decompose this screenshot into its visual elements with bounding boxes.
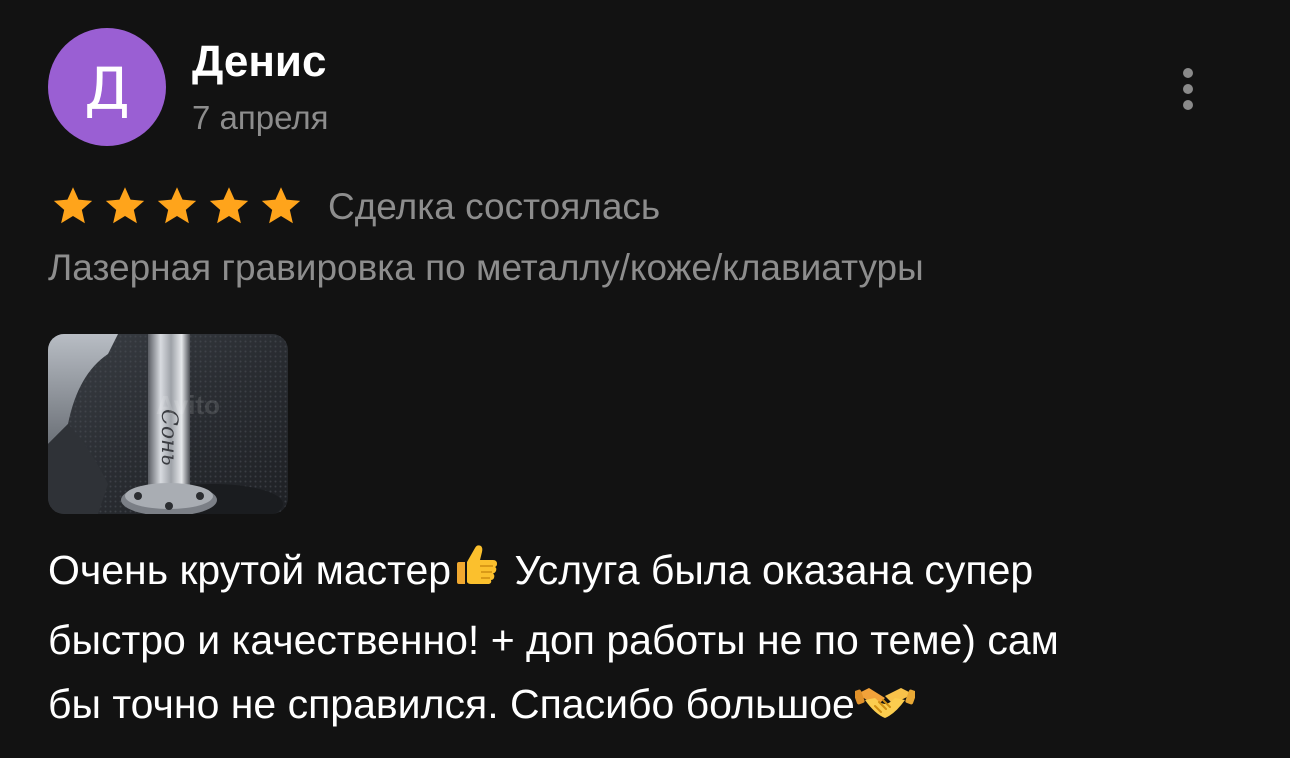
- review-text-line1-end: Услуга была оказана супер: [503, 547, 1034, 593]
- review-photo-image: Сонь Avito: [48, 334, 288, 514]
- star-rating: [50, 183, 304, 229]
- star-icon: [102, 183, 148, 229]
- more-vertical-icon-dot: [1183, 100, 1193, 110]
- review-card: Д Денис 7 апреля Сделка состоялась Лазер…: [0, 0, 1290, 758]
- review-text-line1-start: Очень крутой мастер: [48, 547, 452, 593]
- more-vertical-icon: [1183, 68, 1193, 78]
- avatar-letter: Д: [84, 55, 130, 123]
- service-name[interactable]: Лазерная гравировка по металлу/коже/клав…: [48, 246, 924, 290]
- author-name[interactable]: Денис: [192, 37, 326, 86]
- star-icon: [50, 183, 96, 229]
- review-text-line3: бы точно не справился. Спасибо большое: [48, 681, 855, 727]
- svg-text:Avito: Avito: [156, 390, 220, 420]
- review-text-line2: быстро и качественно! + доп работы не по…: [48, 617, 1059, 663]
- review-text: Очень крутой мастер Услуга была оказана …: [48, 538, 1228, 742]
- review-photo[interactable]: Сонь Avito: [48, 334, 288, 514]
- rating-row: Сделка состоялась: [50, 180, 660, 232]
- thumbs-up-emoji-icon: [451, 538, 503, 608]
- avatar[interactable]: Д: [48, 28, 166, 146]
- review-date: 7 апреля: [192, 99, 329, 136]
- more-vertical-icon-dot: [1183, 84, 1193, 94]
- star-icon: [206, 183, 252, 229]
- deal-status: Сделка состоялась: [328, 185, 661, 227]
- star-icon: [154, 183, 200, 229]
- handshake-emoji-icon: [853, 678, 917, 742]
- star-icon: [258, 183, 304, 229]
- more-options-button[interactable]: [1168, 62, 1208, 116]
